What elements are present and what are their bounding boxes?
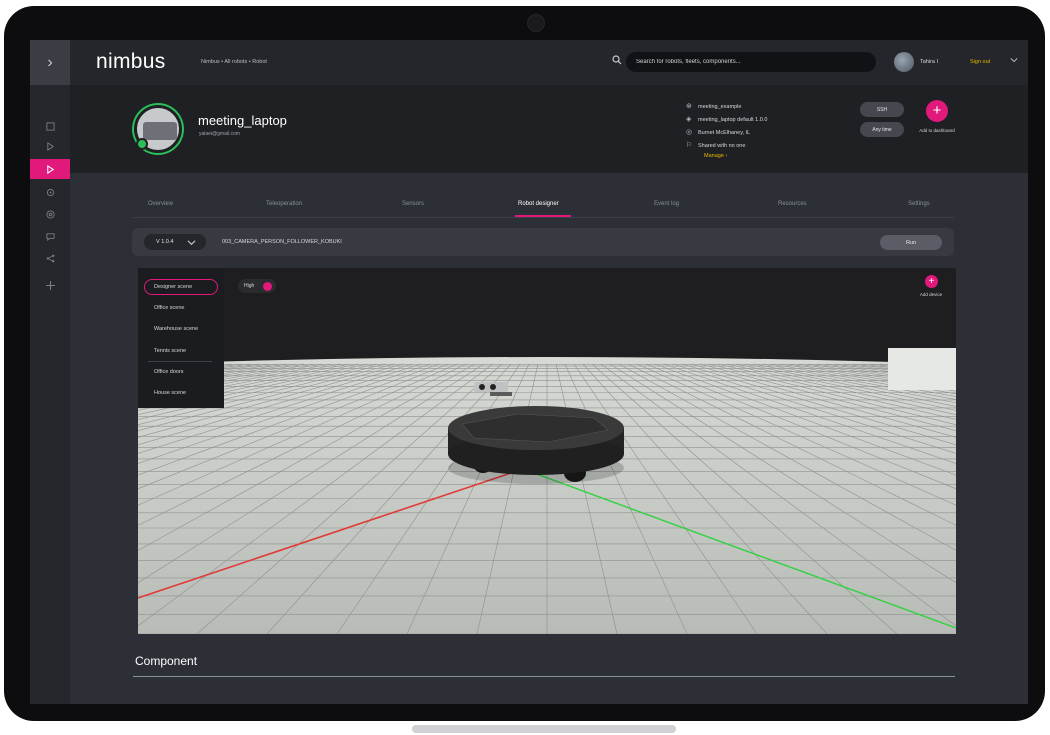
- version-select[interactable]: V 1.0.4: [144, 234, 206, 250]
- breadcrumb[interactable]: Nimbus • All robots • Robot: [201, 59, 267, 65]
- add-to-dashboard-label: Add to dashboard: [919, 128, 955, 133]
- scene-viewer[interactable]: Designer scene Office scene Warehouse sc…: [138, 268, 956, 634]
- version-bar: V 1.0.4 003_CAMERA_PERSON_FOLLOWER_KOBUK…: [132, 228, 954, 256]
- any-time-button[interactable]: Any time: [860, 122, 904, 137]
- device-frame: › nimbus Nimbus • All robots • Robot Sea…: [4, 6, 1045, 721]
- ssh-button[interactable]: SSH: [860, 102, 904, 117]
- high-label: High: [244, 283, 255, 289]
- brand-logo[interactable]: nimbus: [96, 50, 166, 74]
- meta-location: ◎ Burnet McElhaney, IL: [686, 129, 751, 136]
- scene-tennis[interactable]: Tennis scene: [154, 348, 186, 354]
- scene-house[interactable]: House scene: [154, 390, 186, 396]
- user-avatar[interactable]: [894, 52, 914, 72]
- share-icon[interactable]: [30, 248, 70, 268]
- active-tab-indicator: [515, 215, 571, 217]
- device-stand: [412, 725, 676, 733]
- scene-warehouse[interactable]: Warehouse scene: [154, 326, 198, 332]
- tab-sensors[interactable]: Sensors: [402, 201, 424, 207]
- chat-icon[interactable]: [30, 226, 70, 246]
- plus-icon[interactable]: [30, 275, 70, 295]
- top-bar: nimbus Nimbus • All robots • Robot Tahir…: [70, 40, 1028, 85]
- run-button[interactable]: Run: [880, 235, 942, 250]
- tab-resources[interactable]: Resources: [778, 201, 807, 207]
- scene-canvas[interactable]: [138, 268, 956, 634]
- expand-rail-button[interactable]: ›: [30, 40, 70, 85]
- scene-office[interactable]: Office scene: [154, 305, 184, 311]
- design-name: 003_CAMERA_PERSON_FOLLOWER_KOBUKI: [222, 239, 342, 245]
- search-input[interactable]: [626, 52, 876, 72]
- signout-link[interactable]: Sign out: [970, 59, 990, 65]
- location-icon: ◎: [686, 129, 693, 136]
- flag-icon: ⚐: [686, 142, 693, 149]
- meta-robot-type: ⊛ meeting_example: [686, 103, 742, 110]
- search-icon: [612, 55, 622, 68]
- meta-config: ◈ meeting_laptop default 1.0.0: [686, 116, 768, 123]
- robot-designer-nav-icon[interactable]: [30, 159, 70, 179]
- tab-settings[interactable]: Settings: [908, 201, 930, 207]
- high-quality-toggle[interactable]: High: [238, 279, 276, 293]
- add-to-dashboard-button[interactable]: +: [926, 100, 948, 122]
- component-divider: [133, 676, 955, 677]
- robot-header: meeting_laptop yalaei@gmail.com ⊛ meeting…: [70, 85, 1028, 173]
- tab-teleoperation[interactable]: Teleoperation: [266, 201, 302, 207]
- scene-office-doors[interactable]: Office doors: [154, 369, 184, 375]
- app-screen: › nimbus Nimbus • All robots • Robot Sea…: [30, 40, 1028, 704]
- component-title: Component: [135, 654, 198, 668]
- robot-name: meeting_laptop: [198, 113, 287, 128]
- chevron-down-icon: [187, 234, 196, 253]
- scene-designer[interactable]: Designer scene: [144, 279, 218, 295]
- tab-event-log[interactable]: Event log: [654, 201, 679, 207]
- chevron-down-icon[interactable]: [1010, 56, 1018, 66]
- layers-icon: ◈: [686, 116, 692, 123]
- tab-robot-designer[interactable]: Robot designer: [518, 201, 559, 207]
- add-device-label: Add device: [919, 292, 943, 297]
- scene-menu: Designer scene Office scene Warehouse sc…: [138, 268, 224, 408]
- scene-divider: [148, 361, 212, 362]
- gear-icon[interactable]: [30, 182, 70, 202]
- add-device-button[interactable]: +: [925, 275, 938, 288]
- robot-email: yalaei@gmail.com: [199, 131, 240, 137]
- toggle-knob: [263, 282, 272, 291]
- left-rail: ›: [30, 40, 70, 704]
- target-icon[interactable]: [30, 204, 70, 224]
- user-name: Tahira I: [920, 59, 939, 65]
- preview-thumbnail: [888, 348, 956, 390]
- manage-link[interactable]: Manage ›: [704, 153, 727, 159]
- meta-sharing: ⚐ Shared with no one: [686, 142, 746, 149]
- play-icon[interactable]: [30, 136, 70, 156]
- robot-icon: ⊛: [686, 103, 692, 110]
- tab-bar: Overview Teleoperation Sensors Robot des…: [132, 194, 954, 218]
- grid-icon[interactable]: [30, 116, 70, 136]
- online-status-dot: [136, 138, 148, 150]
- camera-icon: [527, 14, 545, 32]
- tab-overview[interactable]: Overview: [148, 201, 173, 207]
